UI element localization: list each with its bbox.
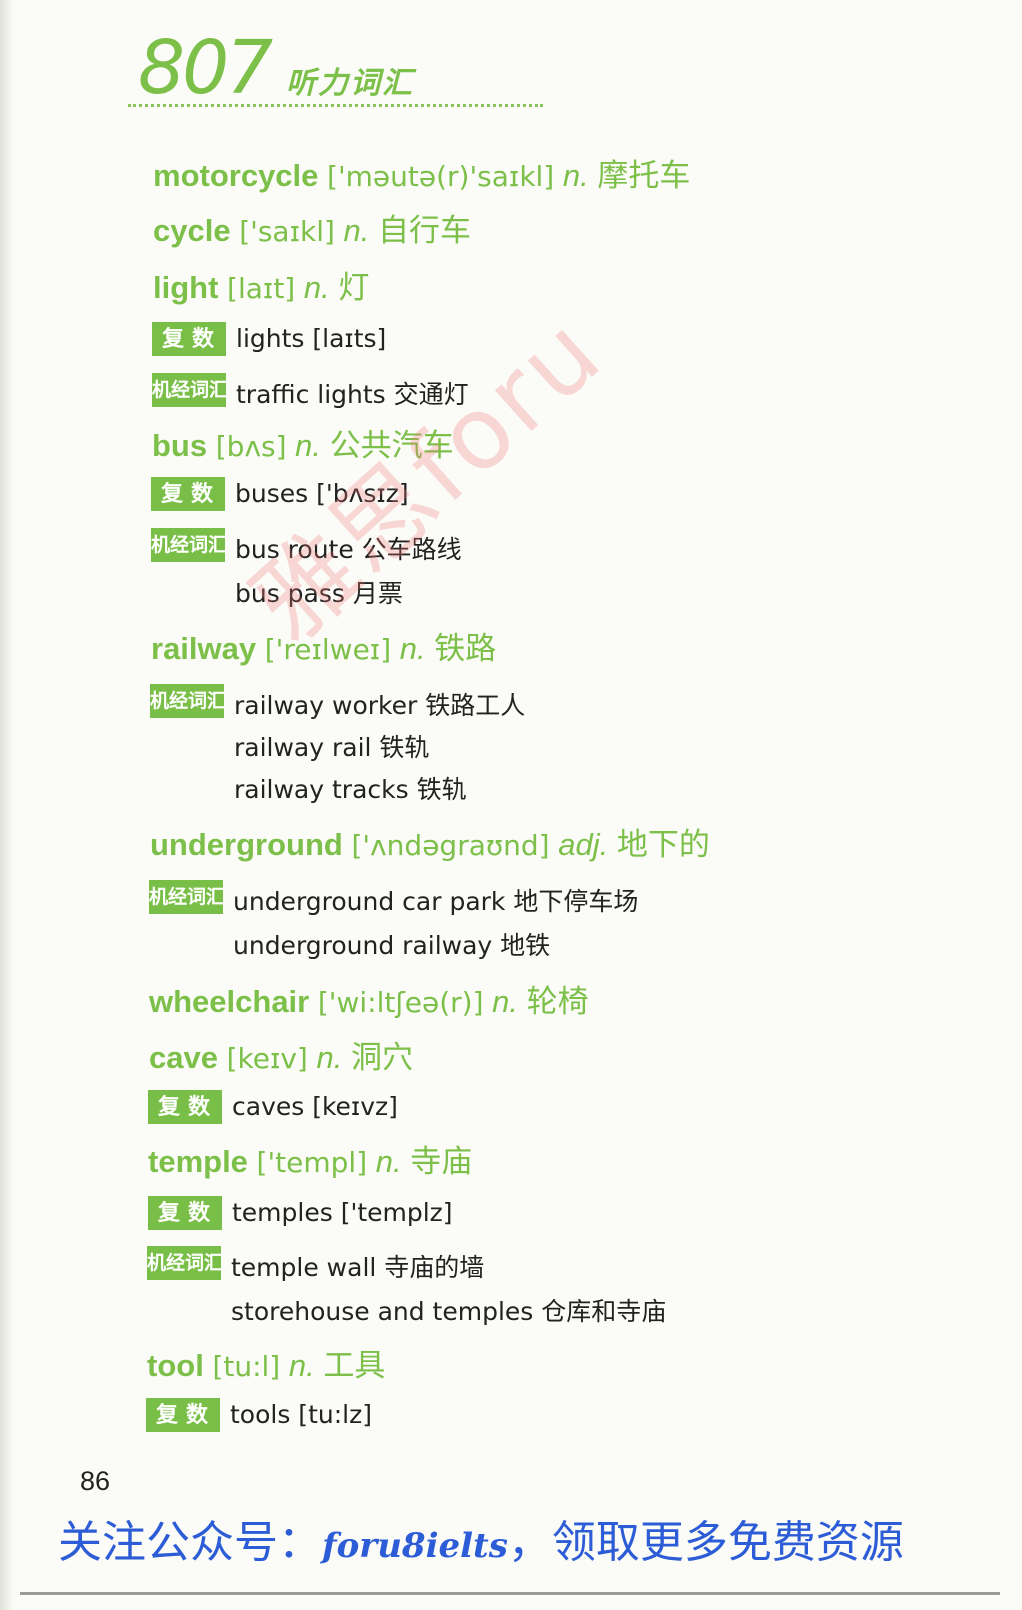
entry-word: wheelchair xyxy=(149,984,310,1019)
entry-meaning: 铁路 xyxy=(434,631,497,666)
tag-jijing-badge: 机经词汇 xyxy=(152,373,228,407)
entry-headword: light [laɪt] n. 灯 xyxy=(153,262,369,307)
entry-subline-text: caves [keɪvz] xyxy=(232,1092,398,1121)
entry-phonetic: ['templ] xyxy=(256,1146,368,1179)
tag-jijing-badge: 机经词汇 xyxy=(151,528,227,562)
tag-plural-badge: 复数 xyxy=(148,1196,222,1230)
tag-jijing-badge: 机经词汇 xyxy=(150,684,226,718)
entry-phonetic: [laɪt] xyxy=(227,272,296,305)
footer-brand: foru8ielts xyxy=(322,1526,508,1566)
entry-word: tool xyxy=(147,1348,204,1383)
entry-subline-text: railway worker 铁路工人 xyxy=(234,691,526,720)
entry-meaning: 洞穴 xyxy=(350,1040,413,1075)
page-gutter-shadow xyxy=(0,0,14,1610)
entry-meaning: 摩托车 xyxy=(597,158,691,193)
entry-subline-text: storehouse and temples 仓库和寺庙 xyxy=(231,1297,667,1326)
entry-subline-text: tools [tu:lz] xyxy=(230,1400,372,1429)
entry-part-of-speech: n. xyxy=(295,428,322,463)
entry-subline-text: temples ['templz] xyxy=(232,1198,453,1227)
entry-meaning: 轮椅 xyxy=(526,984,589,1019)
footer-banner: 关注公众号：foru8ielts，领取更多免费资源 xyxy=(58,1506,904,1570)
entry-phonetic: [tu:l] xyxy=(212,1350,281,1383)
entry-headword: cycle ['saɪkl] n. 自行车 xyxy=(153,205,471,250)
footer-prefix: 关注公众号： xyxy=(58,1517,322,1568)
entry-word: motorcycle xyxy=(153,158,319,193)
page-number: 86 xyxy=(80,1466,111,1496)
entry-word: underground xyxy=(150,827,343,862)
entry-headword: tool [tu:l] n. 工具 xyxy=(147,1340,385,1385)
tag-plural-badge: 复数 xyxy=(148,1090,222,1124)
tag-jijing-badge: 机经词汇 xyxy=(149,880,225,914)
entry-headword: wheelchair ['wi:ltʃeə(r)] n. 轮椅 xyxy=(149,976,589,1021)
tag-plural-badge: 复数 xyxy=(146,1398,220,1432)
entry-part-of-speech: n. xyxy=(303,270,330,305)
entry-phonetic: ['saɪkl] xyxy=(239,215,335,248)
tag-plural-badge: 复数 xyxy=(152,322,226,356)
entry-part-of-speech: n. xyxy=(316,1040,343,1075)
header-number: 807 xyxy=(138,25,273,111)
entry-phonetic: ['ʌndəgraʊnd] xyxy=(351,829,550,862)
entry-part-of-speech: n. xyxy=(492,984,518,1019)
entry-meaning: 灯 xyxy=(338,270,370,305)
entry-headword: underground ['ʌndəgraʊnd] adj. 地下的 xyxy=(150,819,710,864)
entry-subline-text: railway tracks 铁轨 xyxy=(234,775,467,804)
entry-word: light xyxy=(153,270,219,305)
entry-word: railway xyxy=(151,631,257,666)
entry-meaning: 工具 xyxy=(323,1348,386,1383)
entry-part-of-speech: n. xyxy=(288,1348,315,1383)
entry-word: cycle xyxy=(153,213,231,248)
entry-phonetic: ['wi:ltʃeə(r)] xyxy=(317,986,484,1019)
entry-headword: temple ['templ] n. 寺庙 xyxy=(148,1136,472,1181)
entry-headword: cave [keɪv] n. 洞穴 xyxy=(149,1032,413,1077)
entry-word: temple xyxy=(148,1144,248,1179)
entry-phonetic: [keɪv] xyxy=(226,1042,308,1075)
entry-phonetic: ['məutə(r)'saɪkl] xyxy=(327,160,555,193)
entry-subline-text: railway rail 铁轨 xyxy=(234,733,430,762)
footer-suffix: ，领取更多免费资源 xyxy=(507,1517,904,1568)
entry-headword: motorcycle ['məutə(r)'saɪkl] n. 摩托车 xyxy=(153,150,690,195)
entry-part-of-speech: n. xyxy=(375,1144,402,1179)
entry-part-of-speech: adj. xyxy=(558,827,609,862)
entry-part-of-speech: n. xyxy=(562,158,589,193)
entry-word: cave xyxy=(149,1040,218,1075)
header-title: 听力词汇 xyxy=(286,66,414,101)
entry-subline-text: lights [laɪts] xyxy=(236,324,387,353)
entry-subline-text: underground car park 地下停车场 xyxy=(233,887,639,916)
header-dotted-rule xyxy=(128,104,543,107)
footer-rule xyxy=(20,1592,1000,1595)
entry-part-of-speech: n. xyxy=(399,631,426,666)
entry-phonetic: [bʌs] xyxy=(215,430,287,463)
tag-plural-badge: 复数 xyxy=(151,477,225,511)
entry-part-of-speech: n. xyxy=(343,213,370,248)
entry-meaning: 自行车 xyxy=(378,213,472,248)
entry-subline-text: temple wall 寺庙的墙 xyxy=(231,1253,485,1282)
entry-meaning: 寺庙 xyxy=(410,1144,473,1179)
entry-subline-text: underground railway 地铁 xyxy=(233,931,551,960)
entry-meaning: 地下的 xyxy=(616,827,710,862)
entry-word: bus xyxy=(152,428,208,463)
tag-jijing-badge: 机经词汇 xyxy=(147,1246,223,1280)
